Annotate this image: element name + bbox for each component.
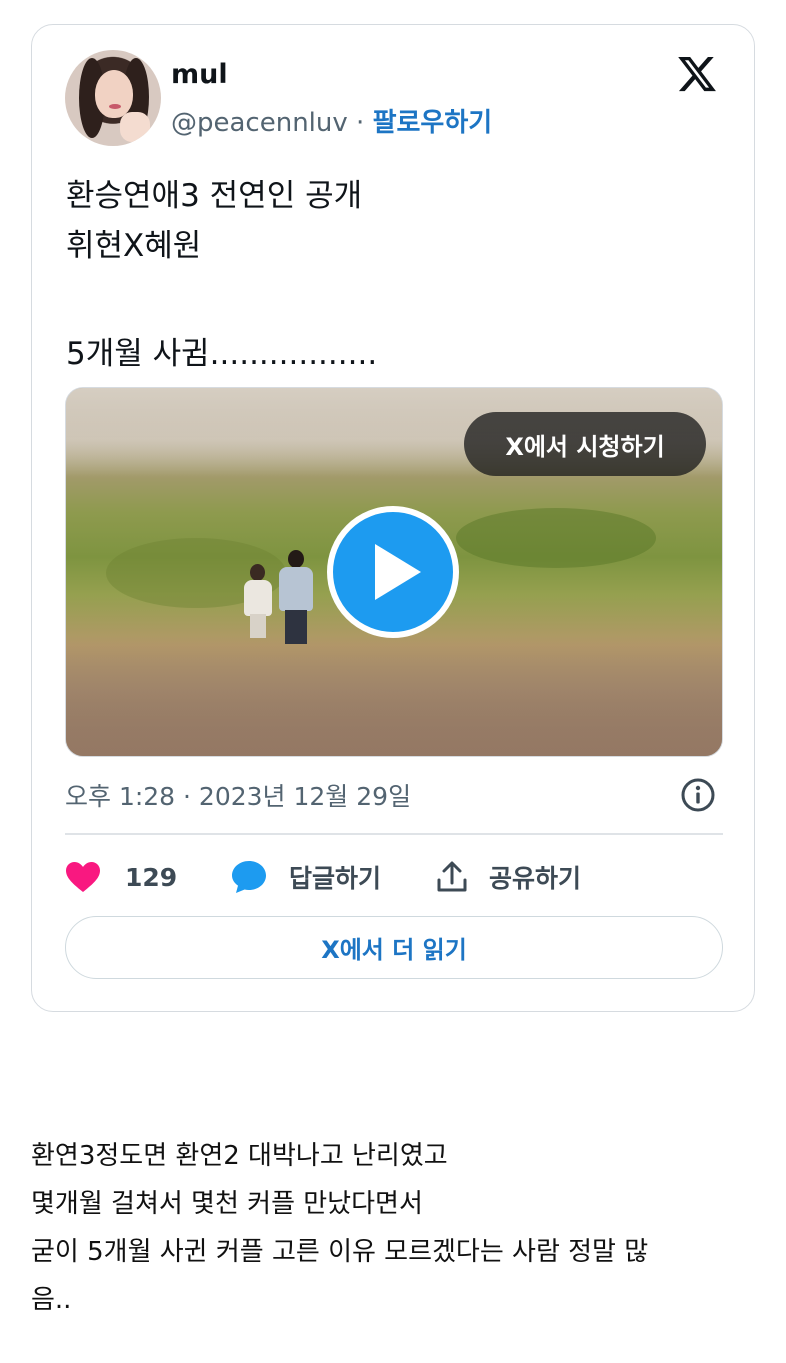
body-text-line: 음.. — [31, 1285, 72, 1315]
body-text-line: 굳이 5개월 사귄 커플 고른 이유 모르겠다는 사람 정말 많 — [31, 1237, 649, 1267]
thumbnail-grass-patch — [456, 508, 656, 568]
x-logo-icon[interactable] — [675, 53, 719, 95]
watch-on-x-button[interactable]: X에서 시청하기 — [464, 412, 706, 476]
info-icon[interactable] — [680, 777, 716, 813]
speech-bubble-icon — [232, 861, 266, 893]
like-button[interactable]: 129 — [65, 853, 177, 901]
thumbnail-person — [276, 550, 314, 646]
tweet-text: 환승연애3 전연인 공개 휘현X혜원 5개월 사귐...............… — [66, 171, 377, 379]
share-button[interactable]: 공유하기 — [435, 853, 581, 901]
tweet-timestamp[interactable]: 오후 1:28 · 2023년 12월 29일 — [65, 777, 411, 813]
author-avatar[interactable] — [65, 50, 161, 146]
avatar-hand — [120, 112, 150, 142]
like-count: 129 — [125, 862, 178, 892]
video-thumbnail[interactable]: X에서 시청하기 — [65, 387, 723, 757]
play-icon — [375, 544, 421, 600]
separator-dot: · — [356, 108, 365, 138]
tweet-actions: 129 답글하기 공유하기 — [65, 853, 723, 901]
thumbnail-grass-bottom — [66, 636, 722, 756]
embedded-tweet-card[interactable]: mul @peacennluv · 팔로우하기 환승연애3 전연인 공개 휘현X… — [31, 24, 755, 1012]
share-upload-icon — [437, 861, 467, 892]
post-body-text: 환연3정도면 환연2 대박나고 난리였고 몇개월 걸쳐서 몇천 커플 만났다면서… — [31, 1132, 648, 1324]
author-name[interactable]: mul — [171, 59, 228, 90]
tweet-text-line: 5개월 사귐................. — [66, 336, 378, 372]
tweet-text-spacer — [66, 271, 377, 329]
read-more-on-x-button[interactable]: X에서 더 읽기 — [65, 916, 723, 979]
thumbnail-person — [240, 564, 274, 640]
heart-icon — [66, 862, 100, 892]
reply-label: 답글하기 — [289, 864, 382, 893]
author-handle-row: @peacennluv · 팔로우하기 — [171, 102, 492, 139]
tweet-text-line: 휘현X혜원 — [66, 228, 202, 264]
follow-link[interactable]: 팔로우하기 — [373, 108, 493, 138]
share-label: 공유하기 — [489, 864, 582, 893]
body-text-line: 환연3정도면 환연2 대박나고 난리였고 — [31, 1141, 448, 1171]
tweet-text-line: 환승연애3 전연인 공개 — [66, 178, 363, 214]
author-handle[interactable]: @peacennluv — [171, 108, 348, 138]
avatar-face — [95, 70, 133, 118]
reply-button[interactable]: 답글하기 — [231, 853, 381, 901]
play-button[interactable] — [327, 506, 459, 638]
divider — [65, 833, 723, 835]
body-text-line: 몇개월 걸쳐서 몇천 커플 만났다면서 — [31, 1189, 423, 1219]
avatar-lips — [109, 104, 121, 109]
